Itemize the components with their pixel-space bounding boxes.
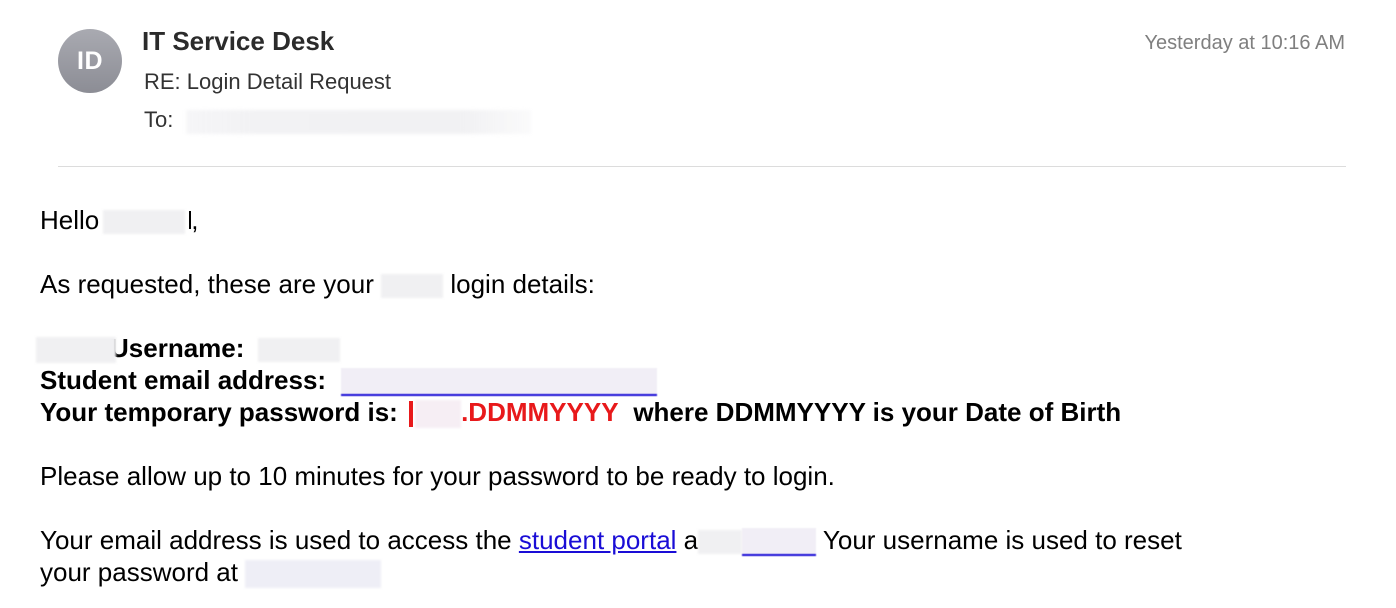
message-subject: RE: Login Detail Request [144, 69, 392, 94]
redacted-prefix [36, 337, 116, 364]
intro-prefix: As requested, these are your [40, 269, 374, 299]
recipient-label: To: [144, 107, 174, 132]
redacted-conjunction [698, 530, 743, 555]
redacted-reset-link[interactable] [245, 560, 382, 589]
password-value: .DDMMYYYY [461, 397, 619, 427]
password-note: where DDMMYYYY is your Date of Birth [633, 397, 1122, 427]
access-prefix: Your email address is used to access the [40, 525, 512, 555]
redacted-username [257, 338, 340, 363]
password-label: Your temporary password is: [40, 397, 398, 427]
redacted-system-link[interactable] [742, 528, 817, 557]
redacted-password-prefix [415, 400, 462, 429]
email-line: Student email address: [40, 364, 658, 397]
message-header: ID IT Service Desk RE: Login Detail Requ… [0, 0, 1396, 170]
header-divider [58, 166, 1346, 167]
avatar-initials: ID [77, 46, 103, 75]
access-middle: a [683, 525, 699, 555]
redacted-institution [381, 274, 444, 299]
username-label: Username: [110, 333, 245, 363]
student-portal-link[interactable]: student portal [519, 525, 677, 555]
redacted-email-link[interactable] [341, 368, 658, 397]
greeting-prefix: Hello [40, 205, 100, 235]
sender-avatar[interactable]: ID [58, 29, 122, 93]
access-suffix: Your username is used to reset [822, 525, 1182, 555]
reset-line: your password at [40, 556, 382, 589]
recipient-redacted[interactable] [186, 110, 531, 134]
sender-name[interactable]: IT Service Desk [142, 26, 334, 57]
username-line: Username: [36, 332, 340, 364]
password-line: Your temporary password is: .DDMMYYYY wh… [40, 396, 1122, 429]
email-label: Student email address: [40, 365, 327, 395]
greeting-suffix: , [191, 205, 199, 235]
allow-line: Please allow up to 10 minutes for your p… [40, 461, 835, 491]
intro-suffix: login details: [450, 269, 595, 299]
reset-prefix: your password at [40, 557, 238, 587]
greeting-line: Hello, [40, 204, 198, 236]
access-line: Your email address is used to access the… [40, 524, 1182, 557]
intro-line: As requested, these are your login detai… [40, 268, 595, 300]
password-mark [409, 401, 414, 428]
message-timestamp: Yesterday at 10:16 AM [1144, 32, 1345, 54]
redacted-name [103, 210, 186, 235]
